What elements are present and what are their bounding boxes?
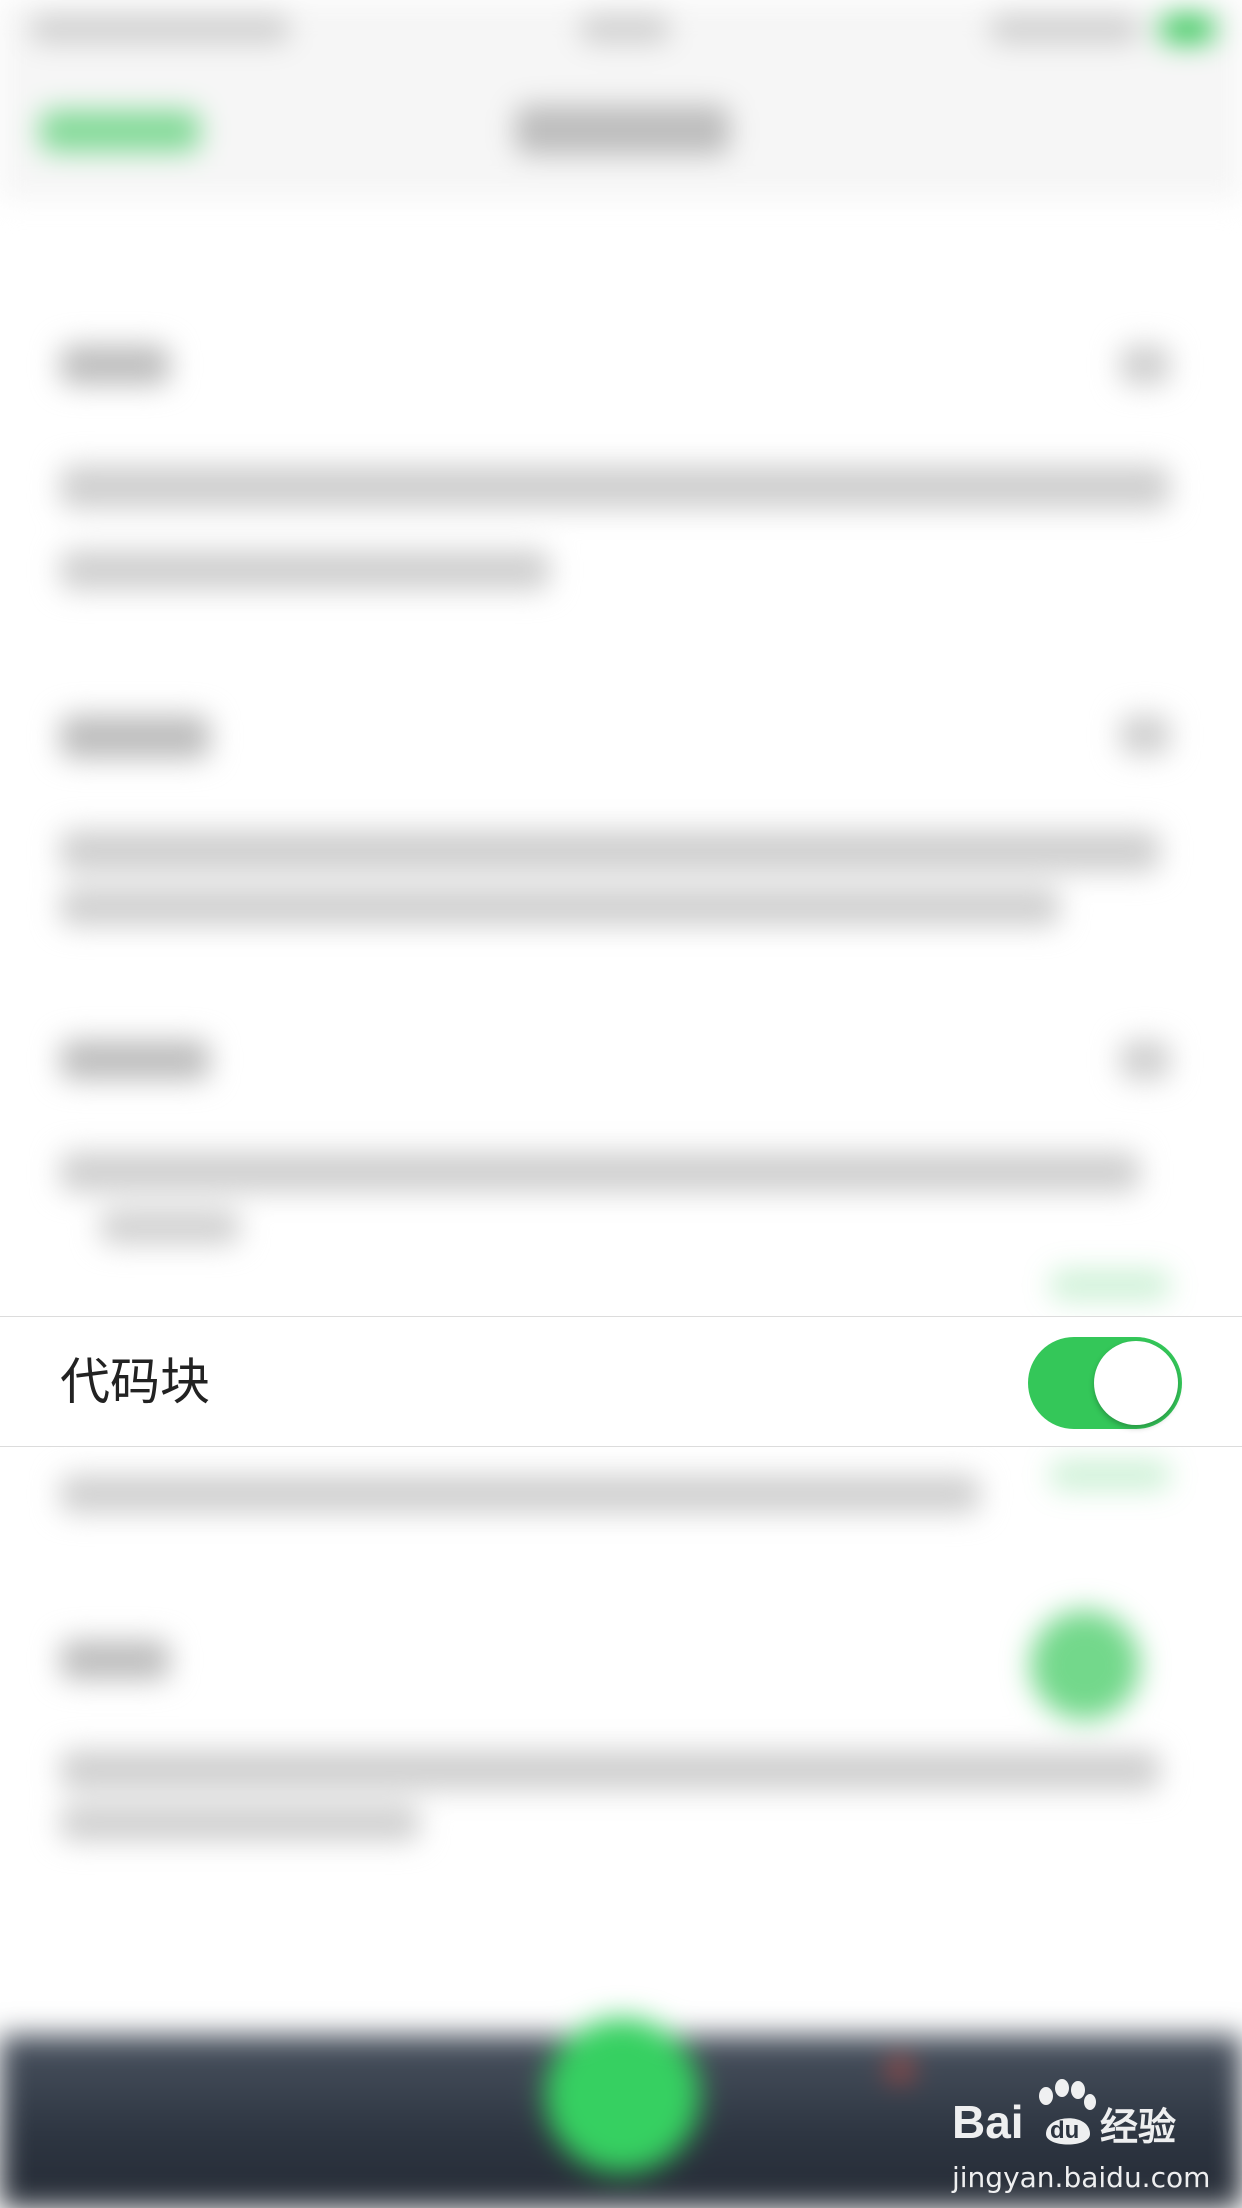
svg-text:Bai: Bai xyxy=(952,2096,1024,2148)
blurred-switch xyxy=(1120,1040,1170,1080)
svg-text:经验: 经验 xyxy=(1100,2105,1176,2149)
blurred-switch xyxy=(1050,1460,1170,1490)
blurred-notification-dot xyxy=(890,2060,910,2080)
blurred-desc-line xyxy=(60,1475,980,1513)
blurred-switch xyxy=(1120,345,1170,385)
blurred-background xyxy=(0,0,1242,2208)
blurred-back-button xyxy=(40,110,200,152)
baidu-paw-logo-icon: Bai du 经验 xyxy=(952,2079,1176,2149)
blurred-desc-line xyxy=(60,465,1170,509)
code-block-toggle-switch[interactable] xyxy=(1028,1337,1182,1429)
blurred-section-title xyxy=(60,1040,210,1080)
blurred-section-title xyxy=(60,1640,170,1680)
toggle-knob xyxy=(1094,1341,1178,1425)
blurred-section-title xyxy=(60,345,170,385)
blurred-desc-line xyxy=(60,550,550,590)
watermark-url: jingyan.baidu.com xyxy=(952,2161,1211,2194)
blurred-section-title xyxy=(60,715,210,759)
blurred-status-time xyxy=(580,15,670,43)
blurred-desc-line xyxy=(60,1750,1160,1790)
blurred-status-carrier xyxy=(30,15,290,43)
setting-row-code-block[interactable]: 代码块 xyxy=(0,1316,1242,1447)
blurred-status-battery-level xyxy=(1160,15,1215,43)
blurred-desc-line xyxy=(60,1805,420,1841)
blurred-desc-line xyxy=(60,888,1060,926)
blurred-switch-knob xyxy=(1030,1610,1140,1720)
blurred-nav-title xyxy=(515,105,730,155)
blurred-status-battery xyxy=(990,15,1140,43)
setting-label: 代码块 xyxy=(60,1353,210,1411)
blurred-floating-button xyxy=(545,2018,700,2173)
svg-text:du: du xyxy=(1050,2117,1079,2144)
blurred-desc-line xyxy=(100,1210,240,1244)
blurred-desc-line xyxy=(60,830,1160,872)
blurred-desc-line xyxy=(60,1152,1140,1192)
blurred-switch xyxy=(1120,715,1170,755)
blurred-switch xyxy=(1050,1270,1170,1300)
baidu-jingyan-watermark: Bai du 经验 jingyan.baidu.com xyxy=(950,2068,1230,2198)
